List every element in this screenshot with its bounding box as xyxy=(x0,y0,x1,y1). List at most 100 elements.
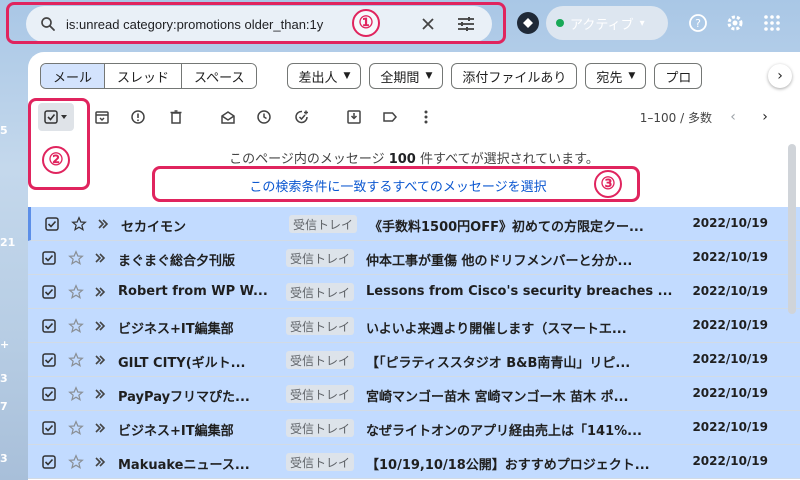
table-row[interactable]: PayPayフリマぴた... 受信トレイ 宮崎マンゴー苗木 宮崎マンゴー木 苗木 ポ… xyxy=(28,377,800,411)
table-row[interactable]: Robert from WP W... 受信トレイ Lessons from Cis… xyxy=(28,275,800,309)
label-icon[interactable] xyxy=(378,105,402,129)
importance-icon[interactable] xyxy=(92,284,108,300)
row-label-badge[interactable]: 受信トレイ xyxy=(286,453,355,471)
importance-icon[interactable] xyxy=(92,250,108,266)
tab-spaces[interactable]: スペース xyxy=(182,64,257,88)
chevron-down-icon: ▼ xyxy=(425,71,433,81)
filter-attachment-label: 添付ファイルあり xyxy=(462,70,567,86)
annotation-box-select-all xyxy=(152,166,640,202)
row-label-badge[interactable]: 受信トレイ xyxy=(286,385,355,403)
move-to-icon[interactable] xyxy=(342,105,366,129)
status-dot-icon xyxy=(556,19,564,27)
row-date: 2022/10/19 xyxy=(692,250,768,264)
importance-icon[interactable] xyxy=(95,216,111,232)
table-row[interactable]: Makuakeニュース... 受信トレイ 【10/19,10/18公開】おすすめプロ… xyxy=(28,445,800,479)
row-label-badge[interactable]: 受信トレイ xyxy=(286,283,355,301)
notice-suffix: 件すべてが選択されています。 xyxy=(420,152,599,167)
row-checkbox[interactable] xyxy=(45,217,59,231)
row-label-badge[interactable]: 受信トレイ xyxy=(289,215,358,233)
apps-grid-icon[interactable] xyxy=(760,11,784,35)
table-row[interactable]: セカイモン 受信トレイ 《手数料1500円OFF》初めての方限定クー... 2022/… xyxy=(28,207,800,241)
row-sender: ビジネス+IT編集部 xyxy=(118,322,234,337)
importance-icon[interactable] xyxy=(92,352,108,368)
filter-date[interactable]: 全期間 ▼ xyxy=(369,63,444,89)
row-checkbox[interactable] xyxy=(42,421,56,435)
status-label: アクティブ xyxy=(570,17,634,33)
pager-range: 1–100 / 多数 xyxy=(639,111,712,125)
notice-count: 100 xyxy=(388,152,416,167)
type-segment: メール スレッド スペース xyxy=(40,63,258,89)
row-date: 2022/10/19 xyxy=(692,284,768,298)
star-icon[interactable] xyxy=(68,420,84,436)
row-label-badge[interactable]: 受信トレイ xyxy=(286,351,355,369)
filter-bar: メール スレッド スペース 差出人 ▼ 全期間 ▼ 添付ファイルあり 宛先 ▼ プロ xyxy=(40,62,703,90)
table-row[interactable]: まぐまぐ総合夕刊版 受信トレイ 仲本工事が重傷 他のドリフメンバーと分か... 202… xyxy=(28,241,800,275)
star-icon[interactable] xyxy=(68,454,84,470)
row-date: 2022/10/19 xyxy=(692,386,768,400)
row-subject: Lessons from Cisco's security breaches .… xyxy=(366,284,673,299)
row-checkbox[interactable] xyxy=(42,319,56,333)
row-sender: Robert from WP W... xyxy=(118,284,268,299)
row-sender: セカイモン xyxy=(121,220,187,235)
star-icon[interactable] xyxy=(68,284,84,300)
star-icon[interactable] xyxy=(68,318,84,334)
filter-more[interactable]: プロ xyxy=(654,63,703,89)
importance-icon[interactable] xyxy=(92,318,108,334)
tab-mail[interactable]: メール xyxy=(41,64,106,88)
chevron-left-icon[interactable]: ‹ xyxy=(722,106,744,128)
trash-icon[interactable] xyxy=(164,105,188,129)
row-checkbox[interactable] xyxy=(42,251,56,265)
row-subject: 宮崎マンゴー苗木 宮崎マンゴー木 苗木 ポ... xyxy=(366,390,629,405)
row-checkbox[interactable] xyxy=(42,455,56,469)
row-sender: まぐまぐ総合夕刊版 xyxy=(118,254,236,269)
row-checkbox[interactable] xyxy=(42,353,56,367)
row-label-badge[interactable]: 受信トレイ xyxy=(286,419,355,437)
chevron-right-icon[interactable]: › xyxy=(768,64,792,88)
tab-threads[interactable]: スレッド xyxy=(105,64,183,88)
row-sender: GILT CITY(ギルト... xyxy=(118,356,246,371)
scrollbar[interactable] xyxy=(788,144,796,314)
table-row[interactable]: GILT CITY(ギルト... 受信トレイ 【「ピラティススタジオ B&B南青山」… xyxy=(28,343,800,377)
table-row[interactable]: ビジネス+IT編集部 受信トレイ いよいよ来週より開催します（スマートエ... 202… xyxy=(28,309,800,343)
archive-icon[interactable] xyxy=(90,105,114,129)
filter-from[interactable]: 差出人 ▼ xyxy=(287,63,362,89)
mark-read-icon[interactable] xyxy=(216,105,240,129)
importance-icon[interactable] xyxy=(92,454,108,470)
notice-prefix: このページ内のメッセージ xyxy=(229,152,385,167)
row-checkbox[interactable] xyxy=(42,387,56,401)
star-icon[interactable] xyxy=(68,386,84,402)
filter-attachment[interactable]: 添付ファイルあり xyxy=(451,63,578,89)
row-date: 2022/10/19 xyxy=(692,454,768,468)
selection-notice: このページ内のメッセージ 100 件すべてが選択されています。 xyxy=(28,148,800,167)
help-icon[interactable]: ? xyxy=(686,11,710,35)
row-subject: 仲本工事が重傷 他のドリフメンバーと分か... xyxy=(366,254,633,269)
status-chip[interactable]: アクティブ ▾ xyxy=(546,6,668,40)
chevron-right-icon[interactable]: › xyxy=(754,106,776,128)
row-sender: PayPayフリマぴた... xyxy=(118,390,250,405)
add-task-icon[interactable] xyxy=(290,105,314,129)
app-logo-icon[interactable] xyxy=(517,12,539,34)
row-label-badge[interactable]: 受信トレイ xyxy=(286,317,355,335)
filter-to[interactable]: 宛先 ▼ xyxy=(585,63,647,89)
star-icon[interactable] xyxy=(68,352,84,368)
rail-plus: + xyxy=(0,338,10,351)
row-date: 2022/10/19 xyxy=(692,216,768,230)
annotation-box-search xyxy=(6,2,506,44)
more-vert-icon[interactable] xyxy=(414,105,438,129)
action-toolbar: 1–100 / 多数 ‹ › xyxy=(28,100,800,134)
annotation-number-3: ③ xyxy=(594,170,622,198)
svg-text:?: ? xyxy=(695,17,701,30)
annotation-number-2: ② xyxy=(42,146,70,174)
report-spam-icon[interactable] xyxy=(126,105,150,129)
rail-count-3: 3 xyxy=(0,372,8,385)
importance-icon[interactable] xyxy=(92,386,108,402)
row-label-badge[interactable]: 受信トレイ xyxy=(286,249,355,267)
importance-icon[interactable] xyxy=(92,420,108,436)
star-icon[interactable] xyxy=(68,250,84,266)
snooze-icon[interactable] xyxy=(252,105,276,129)
row-checkbox[interactable] xyxy=(42,285,56,299)
gear-icon[interactable] xyxy=(723,11,747,35)
table-row[interactable]: ビジネス+IT編集部 受信トレイ なぜライトオンのアプリ経由売上は「141%... 2… xyxy=(28,411,800,445)
row-subject: 【「ピラティススタジオ B&B南青山」リピ... xyxy=(366,356,631,371)
star-icon[interactable] xyxy=(71,216,87,232)
